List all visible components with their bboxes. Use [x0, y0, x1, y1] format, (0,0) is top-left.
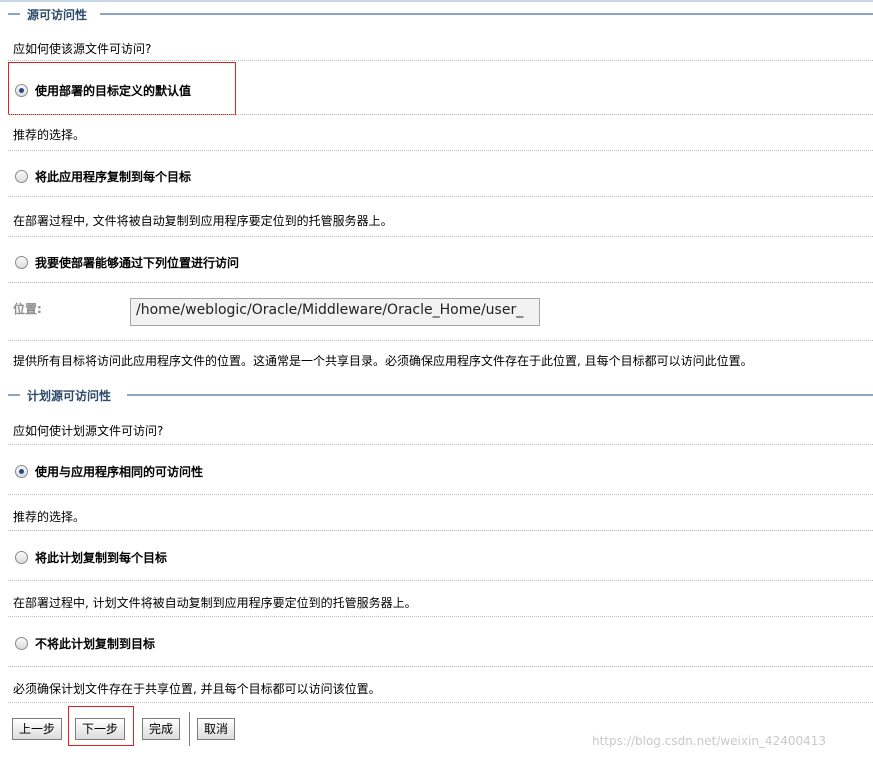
location-label: 位置:	[13, 302, 42, 316]
option-note: 在部署过程中, 文件将被自动复制到应用程序要定位到的托管服务器上。	[13, 214, 393, 228]
radio-selected-icon[interactable]	[15, 464, 28, 478]
divider	[8, 580, 873, 581]
location-note: 提供所有目标将访问此应用程序文件的位置。这通常是一个共享目录。必须确保应用程序文…	[13, 354, 753, 368]
radio-unselected-icon[interactable]	[15, 550, 28, 564]
divider	[8, 282, 873, 283]
divider	[8, 340, 873, 341]
option-note: 推荐的选择。	[13, 128, 86, 142]
divider	[8, 530, 873, 531]
divider	[8, 150, 873, 151]
radio-label: 使用部署的目标定义的默认值	[35, 83, 192, 98]
plan-question: 应如何使计划源文件可访问?	[13, 424, 164, 438]
radio-option-copy-plan[interactable]: 将此计划复制到每个目标	[15, 549, 167, 565]
watermark: https://blog.csdn.net/weixin_42400413	[592, 734, 827, 748]
divider	[8, 444, 873, 445]
option-note: 必须确保计划文件存在于共享位置, 并且每个目标都可以访问该位置。	[13, 682, 381, 696]
source-question: 应如何使该源文件可访问?	[13, 42, 152, 56]
radio-selected-icon[interactable]	[15, 83, 28, 97]
cancel-button[interactable]: 取消	[197, 718, 236, 740]
section-title: 计划源可访问性	[25, 387, 114, 404]
radio-label: 不将此计划复制到目标	[35, 636, 156, 651]
plan-accessibility-header: 计划源可访问性	[0, 386, 873, 404]
section-title: 源可访问性	[25, 6, 90, 23]
finish-button[interactable]: 完成	[142, 718, 181, 740]
header-line-left	[8, 394, 20, 396]
button-separator	[189, 712, 190, 746]
radio-label: 将此计划复制到每个目标	[35, 550, 168, 565]
radio-label: 使用与应用程序相同的可访问性	[35, 464, 204, 479]
back-button[interactable]: 上一步	[12, 718, 63, 740]
radio-unselected-icon[interactable]	[15, 255, 28, 269]
location-input[interactable]: /home/weblogic/Oracle/Middleware/Oracle_…	[130, 298, 540, 326]
radio-unselected-icon[interactable]	[15, 636, 28, 650]
header-line-left	[8, 13, 20, 15]
divider	[8, 196, 873, 197]
divider	[8, 666, 873, 667]
divider	[8, 114, 873, 115]
option-note: 在部署过程中, 计划文件将被自动复制到应用程序要定位到的托管服务器上。	[13, 596, 417, 610]
divider	[8, 60, 873, 61]
option-note: 推荐的选择。	[13, 510, 86, 524]
divider	[8, 494, 873, 495]
divider	[8, 616, 873, 617]
radio-option-copy-app[interactable]: 将此应用程序复制到每个目标	[15, 168, 191, 184]
top-border	[0, 0, 873, 2]
radio-label: 我要使部署能够通过下列位置进行访问	[35, 255, 240, 270]
radio-unselected-icon[interactable]	[15, 169, 28, 183]
divider	[8, 702, 873, 703]
radio-option-custom-location[interactable]: 我要使部署能够通过下列位置进行访问	[15, 254, 239, 270]
radio-option-no-copy-plan[interactable]: 不将此计划复制到目标	[15, 635, 155, 651]
divider	[8, 236, 873, 237]
radio-option-same-accessibility[interactable]: 使用与应用程序相同的可访问性	[15, 463, 203, 479]
header-line-right	[127, 394, 873, 396]
radio-option-default[interactable]: 使用部署的目标定义的默认值	[15, 82, 191, 98]
source-accessibility-header: 源可访问性	[0, 5, 873, 23]
next-button[interactable]: 下一步	[75, 718, 126, 740]
radio-label: 将此应用程序复制到每个目标	[35, 169, 192, 184]
header-line-right	[100, 13, 873, 15]
